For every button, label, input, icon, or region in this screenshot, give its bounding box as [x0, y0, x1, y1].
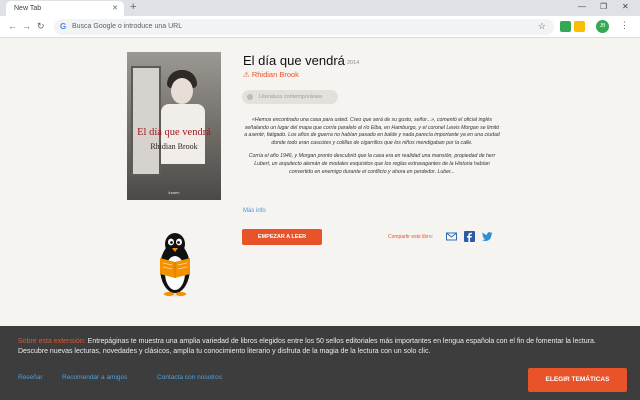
book-cover[interactable]: El día que vendrá Rhidian Brook lumen	[127, 52, 221, 200]
author-name: Rhidian Brook	[251, 70, 299, 79]
forward-arrow-icon[interactable]: →	[22, 21, 31, 31]
synopsis-paragraph: Corría el año 1946, y Morgan pronto desc…	[248, 153, 496, 175]
genre-label: Literatura contemporánea	[259, 94, 322, 100]
tab-title: New Tab	[14, 5, 42, 12]
book-author-link[interactable]: ⚠ Rhidian Brook	[243, 70, 299, 79]
tab-new-tab[interactable]: New Tab ✕	[6, 1, 124, 16]
extension-info-label: Sobre esta extensión:	[18, 338, 86, 345]
recommend-link[interactable]: Recomendar a amigos	[62, 374, 127, 381]
cover-author: Rhidian Brook	[150, 142, 198, 151]
author-warning-icon: ⚠	[243, 70, 252, 79]
review-link[interactable]: Reseñar	[18, 374, 43, 381]
google-g-icon: G	[60, 22, 67, 31]
tab-strip: New Tab ✕ + — ❐ ✕	[0, 0, 640, 16]
back-arrow-icon[interactable]: ←	[8, 21, 17, 31]
contact-link[interactable]: Contacta con nosotros	[157, 374, 222, 381]
bookmark-star-icon[interactable]: ☆	[538, 21, 546, 32]
extension-icon[interactable]	[574, 21, 585, 32]
penguin-mascot-icon	[160, 233, 190, 297]
facebook-icon[interactable]	[464, 231, 475, 242]
address-placeholder: Busca Google o introduce una URL	[72, 23, 183, 30]
genre-dot-icon	[247, 94, 253, 100]
new-tab-button[interactable]: +	[130, 1, 136, 13]
minimize-icon[interactable]: —	[578, 2, 586, 11]
avatar[interactable]: JB	[596, 20, 609, 33]
cover-publisher: lumen	[168, 190, 180, 195]
extension-description: Sobre esta extensión: Entrepáginas te mu…	[18, 337, 622, 357]
close-window-icon[interactable]: ✕	[622, 2, 629, 11]
synopsis-paragraph: «Hemos encontrado una casa para usted. C…	[244, 117, 500, 146]
cover-head	[171, 78, 193, 104]
address-bar[interactable]: G Busca Google o introduce una URL ☆	[54, 19, 554, 35]
extension-icon[interactable]	[560, 21, 571, 32]
tab-close-icon[interactable]: ✕	[112, 4, 118, 12]
start-reading-button[interactable]: EMPEZAR A LEER	[242, 229, 322, 245]
genre-badge[interactable]: Literatura contemporánea	[242, 90, 338, 104]
more-info-link[interactable]: Más info	[243, 208, 266, 214]
book-year: 2014	[347, 60, 360, 66]
twitter-icon[interactable]	[482, 231, 493, 242]
mail-icon[interactable]	[446, 231, 457, 242]
cover-window	[131, 66, 161, 176]
menu-dots-icon[interactable]: ⋮	[620, 20, 629, 31]
browser-toolbar: ← → ↻ G Busca Google o introduce una URL…	[0, 16, 640, 38]
book-title: El día que vendrá	[243, 53, 345, 68]
choose-themes-button[interactable]: ELEGIR TEMÁTICAS	[528, 368, 627, 392]
share-label: Compartir este libro:	[388, 234, 434, 240]
reload-icon[interactable]: ↻	[37, 21, 45, 32]
extension-info-text: Entrepáginas te muestra una amplia varie…	[18, 338, 596, 355]
book-synopsis: «Hemos encontrado una casa para usted. C…	[243, 117, 501, 176]
cover-title: El día que vendrá	[137, 127, 211, 138]
maximize-icon[interactable]: ❐	[600, 2, 607, 11]
